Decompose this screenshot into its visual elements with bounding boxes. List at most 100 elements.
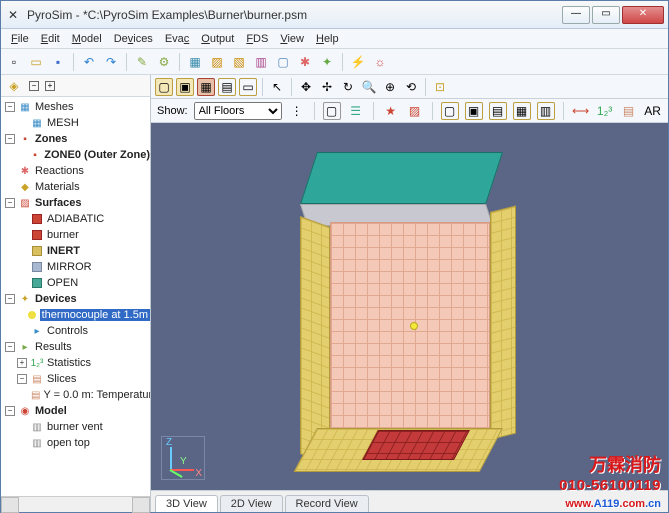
menu-evac[interactable]: Evac bbox=[159, 31, 195, 47]
tree-controls[interactable]: ▸Controls bbox=[1, 323, 150, 339]
tab-record[interactable]: Record View bbox=[285, 495, 369, 512]
tree-zones[interactable]: −▪Zones bbox=[1, 131, 150, 147]
vt-zoom-icon[interactable]: 🔍 bbox=[360, 78, 378, 96]
hole-icon[interactable]: ▢ bbox=[274, 53, 292, 71]
tree-reactions[interactable]: ✱Reactions bbox=[1, 163, 150, 179]
show-label: Show: bbox=[157, 105, 188, 117]
tree-surf-open[interactable]: OPEN bbox=[1, 275, 150, 291]
tab-2d[interactable]: 2D View bbox=[220, 495, 283, 512]
model-geometry bbox=[300, 152, 520, 462]
tree-results[interactable]: −▸Results bbox=[1, 339, 150, 355]
expand-plus-icon[interactable]: + bbox=[45, 81, 55, 91]
expand-minus-icon[interactable]: − bbox=[29, 81, 39, 91]
save-icon[interactable]: ▪ bbox=[49, 53, 67, 71]
tree-model[interactable]: −◉Model bbox=[1, 403, 150, 419]
menu-model[interactable]: Model bbox=[66, 31, 108, 47]
new-icon[interactable]: ▫ bbox=[5, 53, 23, 71]
tree-surf-inert[interactable]: INERT bbox=[1, 243, 150, 259]
ctx-box-icon[interactable]: ▢ bbox=[323, 102, 341, 120]
vt-outline-icon[interactable]: ▭ bbox=[239, 78, 257, 96]
close-button[interactable]: ✕ bbox=[622, 6, 664, 24]
tree-surf-adiabatic[interactable]: ADIABATIC bbox=[1, 211, 150, 227]
tree-slices[interactable]: −▤Slices bbox=[1, 371, 150, 387]
menu-view[interactable]: View bbox=[274, 31, 310, 47]
window-title: PyroSim - *C:\PyroSim Examples\Burner\bu… bbox=[27, 8, 562, 22]
vt-move-icon[interactable]: ✢ bbox=[318, 78, 336, 96]
tree-materials[interactable]: ◆Materials bbox=[1, 179, 150, 195]
vt-target-icon[interactable]: ⊡ bbox=[431, 78, 449, 96]
ctx-dim-icon[interactable]: ⟷ bbox=[572, 102, 590, 120]
surf-icon[interactable]: ▨ bbox=[208, 53, 226, 71]
tree-surf-mirror[interactable]: MIRROR bbox=[1, 259, 150, 275]
ctx-ar-icon[interactable]: AR bbox=[644, 102, 662, 120]
tree-slice-y0[interactable]: ▤Y = 0.0 m: Temperature bbox=[1, 387, 150, 403]
maximize-button[interactable]: ▭ bbox=[592, 6, 620, 24]
vt-pan-icon[interactable]: ✥ bbox=[297, 78, 315, 96]
menubar: File Edit Model Devices Evac Output FDS … bbox=[1, 29, 668, 49]
axis-z: Z bbox=[166, 437, 172, 448]
tree-thermocouple[interactable]: thermocouple at 1.5m bbox=[1, 307, 150, 323]
model-tree[interactable]: −▦Meshes ▦MESH −▪Zones ▪ZONE0 (Outer Zon… bbox=[1, 97, 150, 496]
tool2-icon[interactable]: ⚙ bbox=[155, 53, 173, 71]
tree-surf-burner[interactable]: burner bbox=[1, 227, 150, 243]
menu-output[interactable]: Output bbox=[195, 31, 240, 47]
ctx-slice-icon[interactable]: ▤ bbox=[620, 102, 638, 120]
run-icon[interactable]: ⚡ bbox=[349, 53, 367, 71]
menu-edit[interactable]: Edit bbox=[35, 31, 66, 47]
titlebar: ✕ PyroSim - *C:\PyroSim Examples\Burner\… bbox=[1, 1, 668, 29]
burner-surface bbox=[362, 430, 470, 460]
ctx-p5-icon[interactable]: ▥ bbox=[537, 102, 555, 120]
ctx-p1-icon[interactable]: ▢ bbox=[441, 102, 459, 120]
vent-icon[interactable]: ▥ bbox=[252, 53, 270, 71]
vt-reset-icon[interactable]: ⟲ bbox=[402, 78, 420, 96]
ctx-p4-icon[interactable]: ▦ bbox=[513, 102, 531, 120]
obst-icon[interactable]: ▧ bbox=[230, 53, 248, 71]
ctx-stats-icon[interactable]: 1₂³ bbox=[596, 102, 614, 120]
tool-icon[interactable]: ✎ bbox=[133, 53, 151, 71]
ctx-surf-icon[interactable]: ▨ bbox=[406, 102, 424, 120]
vt-mesh-icon[interactable]: ▦ bbox=[197, 78, 215, 96]
mesh-icon[interactable]: ▦ bbox=[186, 53, 204, 71]
tree-devices[interactable]: −✦Devices bbox=[1, 291, 150, 307]
minimize-button[interactable]: — bbox=[562, 6, 590, 24]
main-toolbar: ▫ ▭ ▪ ↶ ↷ ✎ ⚙ ▦ ▨ ▧ ▥ ▢ ✱ ✦ ⚡ ☼ bbox=[1, 49, 668, 75]
vt-solid-icon[interactable]: ▣ bbox=[176, 78, 194, 96]
smv-icon[interactable]: ☼ bbox=[371, 53, 389, 71]
tree-surfaces[interactable]: −▨Surfaces bbox=[1, 195, 150, 211]
vt-zoomin-icon[interactable]: ⊕ bbox=[381, 78, 399, 96]
menu-devices[interactable]: Devices bbox=[108, 31, 159, 47]
floor-select[interactable]: All Floors bbox=[194, 102, 282, 120]
tab-3d[interactable]: 3D View bbox=[155, 495, 218, 512]
tree-mode-icon[interactable]: ◈ bbox=[5, 77, 23, 95]
redo-icon[interactable]: ↷ bbox=[102, 53, 120, 71]
axis-indicator: Z X Y bbox=[161, 436, 205, 480]
menu-fds[interactable]: FDS bbox=[240, 31, 274, 47]
menu-file[interactable]: File bbox=[5, 31, 35, 47]
open-icon[interactable]: ▭ bbox=[27, 53, 45, 71]
ctx-p3-icon[interactable]: ▤ bbox=[489, 102, 507, 120]
menu-help[interactable]: Help bbox=[310, 31, 345, 47]
vt-wire-icon[interactable]: ▢ bbox=[155, 78, 173, 96]
undo-icon[interactable]: ↶ bbox=[80, 53, 98, 71]
ctx-reaction-icon[interactable]: ★ bbox=[382, 102, 400, 120]
tree-meshes[interactable]: −▦Meshes bbox=[1, 99, 150, 115]
app-icon: ✕ bbox=[5, 7, 21, 23]
ctx-green-icon[interactable]: ☰ bbox=[347, 102, 365, 120]
floor-config-icon[interactable]: ⋮ bbox=[288, 102, 306, 120]
part-icon[interactable]: ✱ bbox=[296, 53, 314, 71]
tree-burner-vent[interactable]: ▥burner vent bbox=[1, 419, 150, 435]
3d-viewport[interactable]: Z X Y bbox=[151, 123, 668, 490]
vt-group-icon[interactable]: ▤ bbox=[218, 78, 236, 96]
view-tabs: 3D View 2D View Record View bbox=[151, 490, 668, 512]
tree-statistics[interactable]: +1₂³Statistics bbox=[1, 355, 150, 371]
axis-x: X bbox=[195, 468, 202, 479]
vt-select-icon[interactable]: ↖ bbox=[268, 78, 286, 96]
tree-pane: ◈ − + −▦Meshes ▦MESH −▪Zones ▪ZONE0 (Out… bbox=[1, 75, 151, 512]
tree-open-top[interactable]: ▥open top bbox=[1, 435, 150, 451]
ctx-p2-icon[interactable]: ▣ bbox=[465, 102, 483, 120]
tree-mesh-item[interactable]: ▦MESH bbox=[1, 115, 150, 131]
devc-icon[interactable]: ✦ bbox=[318, 53, 336, 71]
tree-zone0[interactable]: ▪ZONE0 (Outer Zone) bbox=[1, 147, 150, 163]
tree-scrollbar[interactable] bbox=[1, 496, 150, 512]
vt-orbit-icon[interactable]: ↻ bbox=[339, 78, 357, 96]
